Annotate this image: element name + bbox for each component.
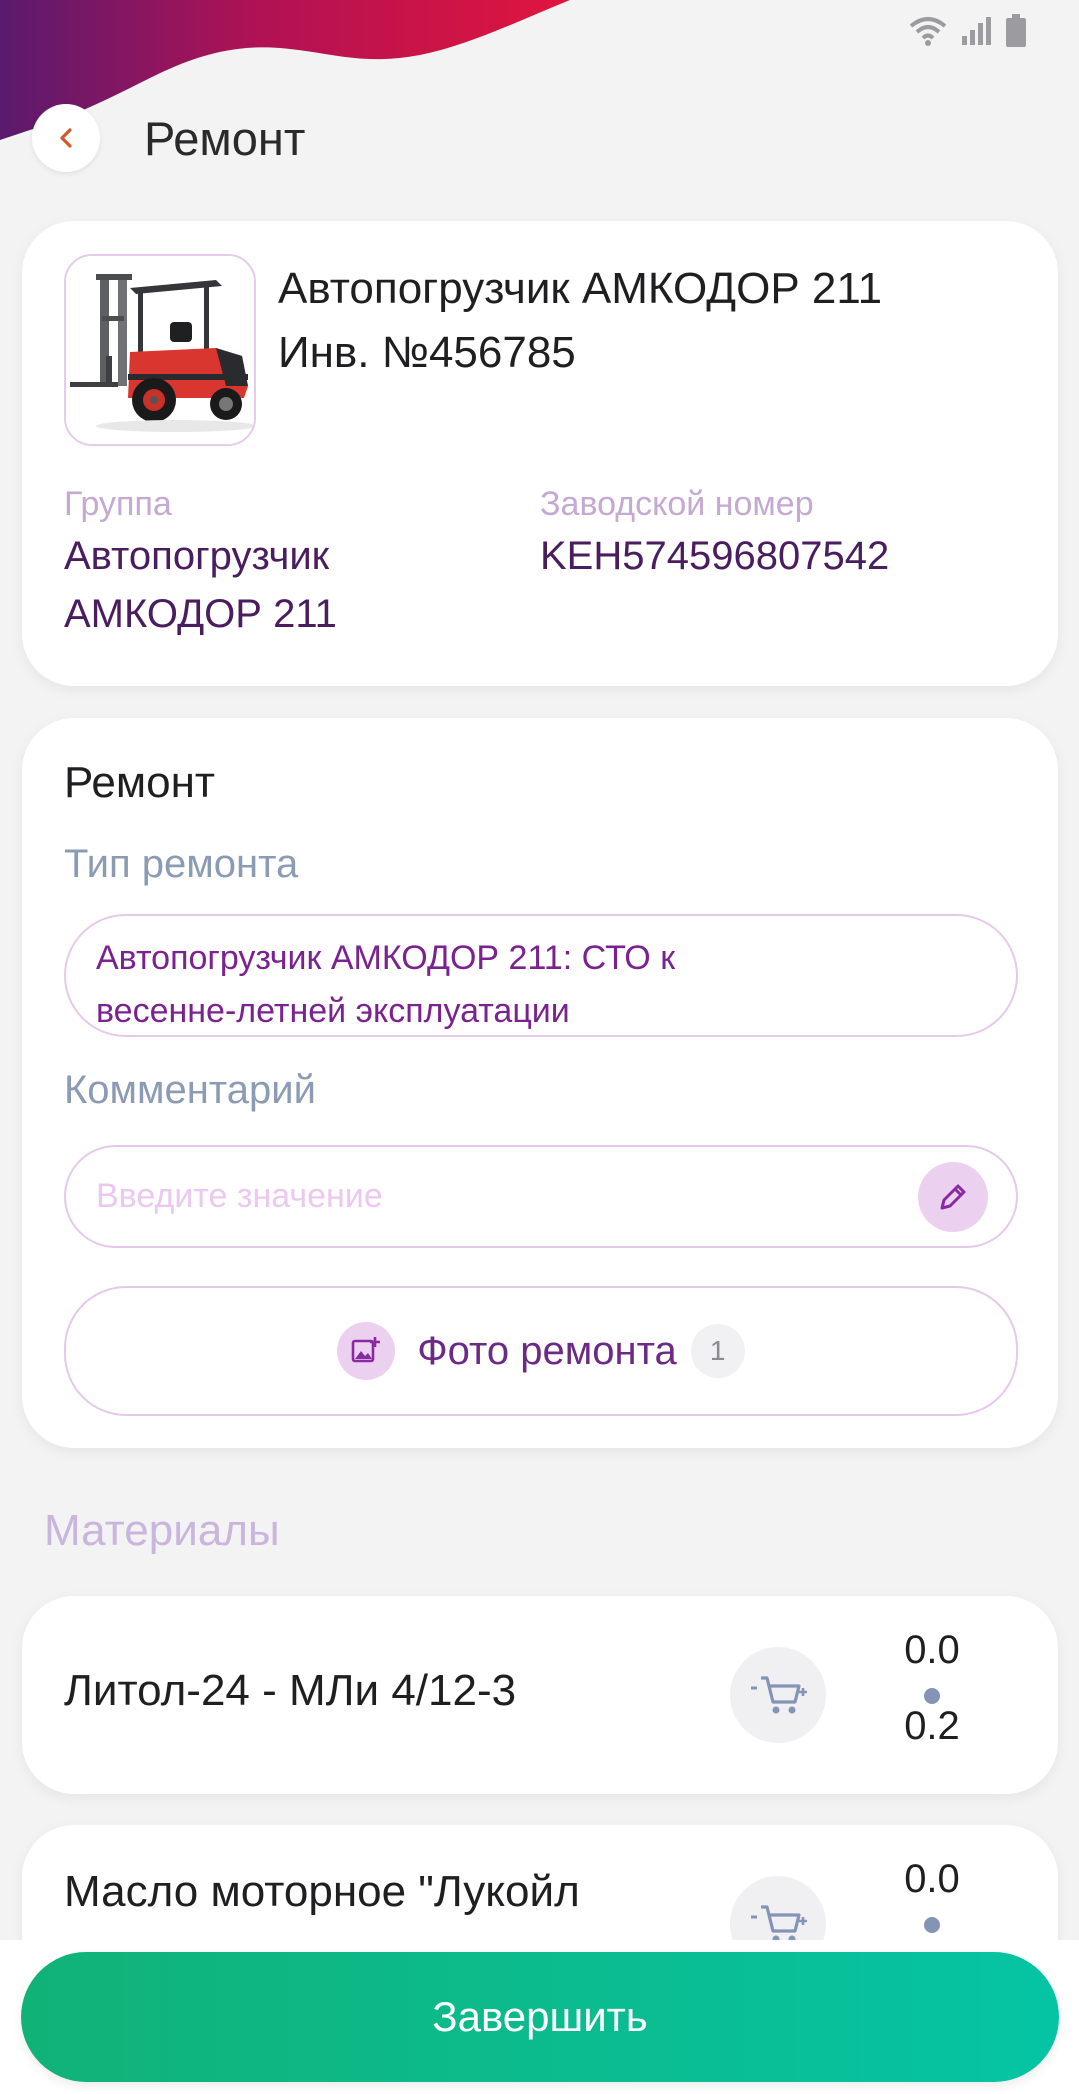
repair-section-title: Ремонт [64, 758, 216, 807]
edit-comment-button[interactable] [918, 1162, 988, 1232]
cart-icon [751, 1676, 807, 1714]
material-quantity-planned: 0.2 [904, 1704, 960, 1748]
status-bar [909, 14, 1027, 48]
materials-section-title: Материалы [44, 1506, 280, 1555]
battery-icon [1006, 14, 1026, 47]
material-name: Литол-24 - МЛи 4/12-3 [64, 1666, 517, 1715]
repair-type-value-line1: Автопогрузчик АМКОДОР 211: СТО к [96, 939, 676, 977]
comment-field [64, 1145, 1018, 1248]
repair-photo-button[interactable]: Фото ремонта 1 [64, 1286, 1018, 1416]
equipment-name: Автопогрузчик АМКОДОР 211 [278, 264, 883, 313]
equipment-title: Автопогрузчик АМКОДОР 211 Инв. №456785 [278, 257, 882, 385]
quantity-separator-dot [924, 1917, 940, 1933]
page-title: Ремонт [144, 111, 306, 165]
group-label: Группа [64, 485, 172, 523]
serial-number-label: Заводской номер [540, 485, 814, 523]
quantity-separator-dot [924, 1688, 940, 1704]
comment-input[interactable] [96, 1147, 876, 1246]
equipment-photo[interactable] [64, 254, 256, 446]
equipment-inventory-number: Инв. №456785 [278, 328, 576, 377]
group-value-line1: Автопогрузчик [64, 534, 330, 578]
add-to-cart-button[interactable] [730, 1647, 826, 1743]
add-photo-icon [337, 1322, 396, 1380]
back-button[interactable] [32, 104, 100, 172]
page-header: Ремонт [32, 104, 305, 172]
group-value-line2: АМКОДОР 211 [64, 592, 337, 636]
forklift-image [66, 256, 254, 444]
serial-number-value: KEH574596807542 [540, 534, 890, 578]
pencil-icon [940, 1184, 966, 1210]
equipment-card: Автопогрузчик АМКОДОР 211 Инв. №456785 Г… [22, 221, 1058, 686]
photo-count-badge: 1 [690, 1324, 745, 1378]
material-name: Масло моторное "Лукойл [64, 1867, 580, 1916]
signal-icon [962, 17, 991, 45]
group-value: Автопогрузчик АМКОДОР 211 [64, 527, 337, 643]
material-quantity-used: 0.0 [904, 1628, 960, 1672]
repair-type-label: Тип ремонта [64, 842, 299, 886]
repair-card: Ремонт Тип ремонта Автопогрузчик АМКОДОР… [22, 718, 1058, 1448]
wifi-icon [909, 17, 947, 46]
finish-button[interactable]: Завершить [21, 1952, 1059, 2082]
comment-label: Комментарий [64, 1068, 316, 1112]
repair-type-value-line2: весенне-летней эксплуатации [96, 992, 570, 1030]
material-item: Литол-24 - МЛи 4/12-3 0.0 0.2 [22, 1596, 1058, 1794]
material-quantity-used: 0.0 [904, 1857, 960, 1901]
back-chevron-icon [60, 128, 72, 148]
repair-type-field[interactable]: Автопогрузчик АМКОДОР 211: СТО к весенне… [64, 914, 1018, 1037]
repair-photo-label: Фото ремонта [417, 1328, 677, 1373]
